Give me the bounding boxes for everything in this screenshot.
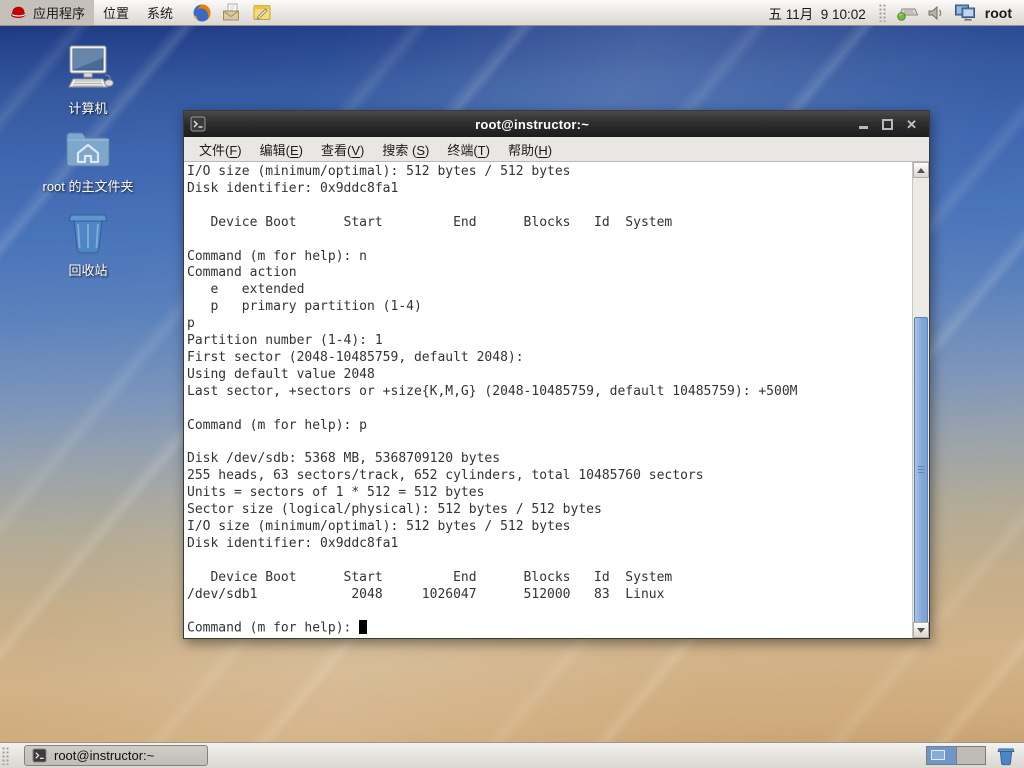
terminal-menu-terminal[interactable]: 终端(T) [438, 138, 499, 161]
scrollbar-up-arrow[interactable] [913, 162, 929, 178]
terminal-window: root@instructor:~ ✕ 文件(F) 编辑(E) 查看(V) 搜索… [183, 110, 930, 639]
keyboard-indicator[interactable] [896, 4, 918, 22]
display-icon [954, 4, 975, 21]
desktop-icon-label: 回收站 [68, 263, 108, 278]
terminal-window-icon [190, 116, 206, 132]
workspace-1[interactable] [927, 747, 956, 764]
applications-menu[interactable]: 应用程序 [0, 0, 95, 25]
terminal-menu-view[interactable]: 查看(V) [312, 138, 373, 161]
workspace-2[interactable] [956, 747, 985, 764]
desktop-icon-trash[interactable]: 回收站 [36, 208, 140, 278]
taskbar-window-button[interactable]: root@instructor:~ [24, 745, 208, 766]
panel-right-area: 五 11月 9 10:02 root [764, 0, 1024, 25]
terminal-output: I/O size (minimum/optimal): 512 bytes / … [187, 164, 798, 636]
speaker-icon [928, 5, 942, 20]
firefox-launcher[interactable] [190, 1, 214, 25]
trash-applet-icon [997, 748, 1015, 765]
panel-launchers [190, 1, 274, 25]
home-folder-icon [66, 132, 110, 167]
desktop-wallpaper: 计算机 root 的主文件夹 回收站 root@instructor:~ ✕ 文… [0, 0, 1024, 768]
terminal-menu-search[interactable]: 搜索 (S) [373, 138, 438, 161]
desktop-icon-label: root 的主文件夹 [42, 179, 134, 194]
terminal-cursor [359, 620, 367, 634]
terminal-menubar: 文件(F) 编辑(E) 查看(V) 搜索 (S) 终端(T) 帮助(H) [184, 137, 929, 162]
terminal-menu-file[interactable]: 文件(F) [190, 138, 251, 161]
display-applet[interactable] [954, 3, 976, 22]
terminal-scrollbar[interactable] [912, 162, 929, 638]
window-title: root@instructor:~ [475, 116, 590, 132]
arrow-down-icon [917, 627, 925, 633]
terminal-menu-help[interactable]: 帮助(H) [499, 138, 561, 161]
scrollbar-thumb[interactable] [914, 317, 928, 623]
desktop-icon-home-folder[interactable]: root 的主文件夹 [36, 126, 140, 194]
applet-handle[interactable] [878, 3, 887, 22]
notepad-icon [253, 5, 271, 20]
notes-launcher[interactable] [250, 1, 274, 25]
places-menu-label: 位置 [103, 6, 130, 21]
system-menu-label: 系统 [147, 6, 174, 21]
taskbar-window-label: root@instructor:~ [54, 748, 155, 763]
mail-launcher[interactable] [220, 1, 244, 25]
desktop-icon-computer[interactable]: 计算机 [36, 44, 140, 116]
workspace-switcher [926, 746, 986, 765]
terminal-titlebar[interactable]: root@instructor:~ ✕ [184, 111, 929, 137]
terminal-content-area[interactable]: I/O size (minimum/optimal): 512 bytes / … [184, 162, 929, 638]
scrollbar-down-arrow[interactable] [913, 622, 929, 638]
top-panel: 应用程序 位置 系统 五 11月 9 10:02 root [0, 0, 1024, 26]
taskbar-handle[interactable] [2, 746, 10, 765]
terminal-task-icon [32, 748, 47, 763]
bottom-taskbar: root@instructor:~ [0, 742, 1024, 768]
computer-icon [68, 45, 114, 88]
workspace-window-thumb [931, 750, 945, 760]
close-button[interactable]: ✕ [906, 118, 917, 131]
system-menu[interactable]: 系统 [138, 0, 182, 25]
user-switcher[interactable]: root [985, 5, 1016, 21]
trash-applet[interactable] [996, 746, 1016, 766]
desktop-icon-label: 计算机 [68, 101, 108, 116]
minimize-button[interactable] [858, 119, 869, 130]
applications-menu-label: 应用程序 [33, 6, 86, 21]
keyboard-icon [896, 8, 918, 21]
clock-applet[interactable]: 五 11月 9 10:02 [764, 3, 869, 23]
mail-icon [223, 3, 240, 21]
volume-applet[interactable] [927, 4, 945, 22]
arrow-up-icon [917, 167, 925, 173]
trash-icon [68, 214, 108, 254]
places-menu[interactable]: 位置 [94, 0, 138, 25]
maximize-button[interactable] [882, 118, 894, 130]
redhat-icon [11, 6, 26, 18]
terminal-menu-edit[interactable]: 编辑(E) [251, 138, 312, 161]
firefox-icon [193, 4, 211, 21]
